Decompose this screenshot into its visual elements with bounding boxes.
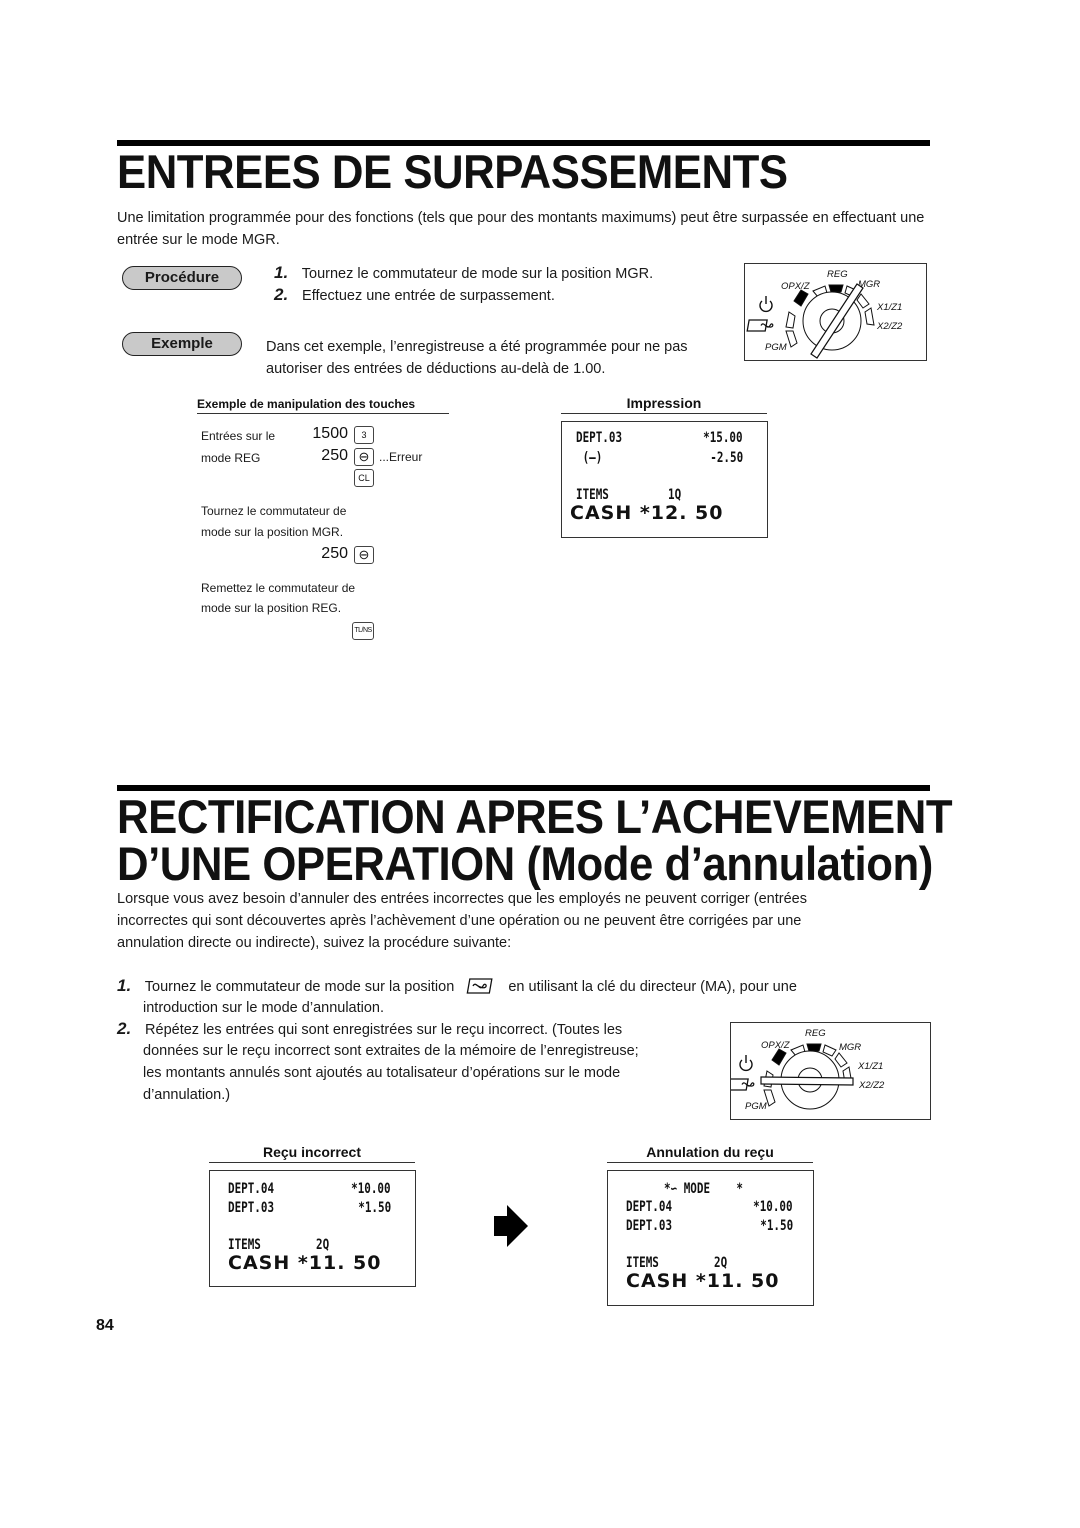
entries-label-2: mode REG [201, 451, 261, 465]
page-number: 84 [96, 1317, 114, 1334]
arrow-right-icon [494, 1205, 528, 1247]
mode-switch-diagram-mgr: REG OPX/Z MGR X1/Z1 X2/Z2 PGM [744, 263, 927, 361]
receipt-line-label: DEPT.03 [576, 430, 623, 446]
amount-250-override: 250 [321, 545, 348, 562]
void-receipt-heading: Annulation du reçu [607, 1144, 813, 1163]
example-text-line-1: Dans cet exemple, l’enregistreuse a été … [266, 339, 688, 355]
clear-key[interactable]: CL [354, 469, 374, 487]
receipt-cash-total: CASH *12. 50 [570, 502, 724, 524]
turn-mgr-line-1: Tournez le commutateur de [201, 504, 347, 518]
total-no-sale-key[interactable]: TL/NS [352, 622, 374, 640]
receipt-items-label: ITEMS [576, 487, 609, 503]
key-operation-heading: Exemple de manipulation des touches [197, 397, 449, 414]
dial-ring [763, 1043, 853, 1110]
example-badge: Exemple [122, 332, 242, 356]
example-text-line-2: autoriser des entrées de déductions au-d… [266, 361, 606, 377]
minus-key[interactable]: ⊖ [354, 546, 374, 564]
receipt-items-count: 2Q [316, 1237, 330, 1253]
receipt-items-label: ITEMS [228, 1237, 261, 1253]
dial-graphic [731, 1043, 854, 1110]
void-step-2-line: les montants annulés sont ajoutés au tot… [143, 1065, 621, 1081]
section-title-void-line-1: RECTIFICATION APRES L’ACHEVEMENT [117, 790, 953, 843]
dial-graphic [746, 283, 875, 359]
dial-key [760, 1076, 854, 1086]
void-step-1-cont: introduction sur le mode d’annulation. [143, 1000, 385, 1016]
void-intro-line-1: Lorsque vous avez besoin d’annuler des e… [117, 891, 807, 907]
procedure-step-1: 1. Tournez le commutateur de mode sur la… [274, 262, 653, 285]
power-icon [739, 1055, 753, 1072]
error-label: ...Erreur [379, 450, 423, 464]
void-step-2-line: d’annulation.) [143, 1087, 231, 1103]
amount-250: 250 [321, 447, 348, 464]
mode-switch-diagram-void: REG OPX/Z MGR X1/Z1 X2/Z2 PGM [730, 1022, 931, 1120]
intro-paragraph: Une limitation programmée pour des fonct… [117, 210, 925, 248]
receipt-line-value: *1.50 [760, 1218, 793, 1234]
receipt-line-label: DEPT.04 [228, 1181, 275, 1197]
receipt-line-label: DEPT.04 [626, 1199, 673, 1215]
receipt-impression: DEPT.03 *15.00 (—) -2.50 ITEMS 1Q CASH *… [561, 421, 768, 538]
procedure-step-2: 2. Effectuez une entrée de surpassement. [274, 284, 555, 307]
receipt-line-value: *10.00 [351, 1181, 391, 1197]
receipt-incorrect: DEPT.04 *10.00 DEPT.03 *1.50 ITEMS 2Q CA… [209, 1170, 416, 1287]
receipt-line-label: DEPT.03 [626, 1218, 673, 1234]
step-text: Effectuez une entrée de surpassement. [302, 288, 555, 304]
step-number: 2. [274, 285, 289, 304]
receipt-mode-line: *∽ MODE * [664, 1181, 743, 1197]
receipt-cash-total: CASH *11. 50 [626, 1270, 780, 1292]
receipt-void: *∽ MODE * DEPT.04 *10.00 DEPT.03 *1.50 I… [607, 1170, 814, 1306]
void-intro-line-2: incorrectes qui sont découvertes après l… [117, 913, 802, 929]
receipt-line-value: -2.50 [710, 450, 743, 466]
receipt-line-value: *15.00 [703, 430, 743, 446]
receipt-line-value: *1.50 [358, 1200, 391, 1216]
step-number: 1. [274, 263, 289, 282]
receipt-items-label: ITEMS [626, 1255, 659, 1271]
amount-1500: 1500 [312, 425, 348, 442]
minus-key[interactable]: ⊖ [354, 448, 374, 466]
receipt-items-count: 1Q [668, 487, 682, 503]
void-step-2: 2. Répétez les entrées qui sont enregist… [117, 1018, 622, 1041]
power-icon [759, 296, 773, 313]
receipt-line-label: (—) [576, 450, 603, 466]
void-mode-icon [746, 319, 774, 332]
step-text: Répétez les entrées qui sont enregistrée… [145, 1022, 623, 1038]
void-step-1: 1. Tournez le commutateur de mode sur la… [117, 975, 797, 998]
step-number: 2. [117, 1019, 132, 1038]
dial-ring [785, 284, 875, 351]
receipt-line-value: *10.00 [753, 1199, 793, 1215]
step-text: en utilisant la clé du directeur (MA), p… [508, 979, 797, 995]
impression-heading: Impression [561, 395, 767, 414]
void-mode-icon [466, 978, 493, 994]
incorrect-receipt-heading: Reçu incorrect [209, 1144, 415, 1163]
return-reg-line-1: Remettez le commutateur de [201, 581, 356, 595]
step-text: Tournez le commutateur de mode sur la po… [144, 979, 455, 995]
section-title-void-line-2: D’UNE OPERATION (Mode d’annulation) [117, 837, 933, 890]
void-step-2-line: données sur le reçu incorrect sont extra… [143, 1043, 639, 1059]
dept-3-key[interactable]: 3 [354, 426, 374, 444]
receipt-items-count: 2Q [714, 1255, 728, 1271]
step-text: Tournez le commutateur de mode sur la po… [301, 266, 654, 282]
procedure-badge: Procédure [122, 266, 242, 290]
section-title-overrides: ENTREES DE SURPASSEMENTS [117, 145, 788, 198]
void-mode-icon [731, 1078, 755, 1091]
entries-label-1: Entrées sur le [201, 429, 276, 443]
receipt-cash-total: CASH *11. 50 [228, 1252, 382, 1274]
return-reg-line-2: mode sur la position REG. [201, 601, 342, 615]
step-number: 1. [117, 976, 132, 995]
receipt-line-label: DEPT.03 [228, 1200, 275, 1216]
void-intro-line-3: annulation directe ou indirecte), suivez… [117, 935, 512, 951]
turn-mgr-line-2: mode sur la position MGR. [201, 525, 344, 539]
